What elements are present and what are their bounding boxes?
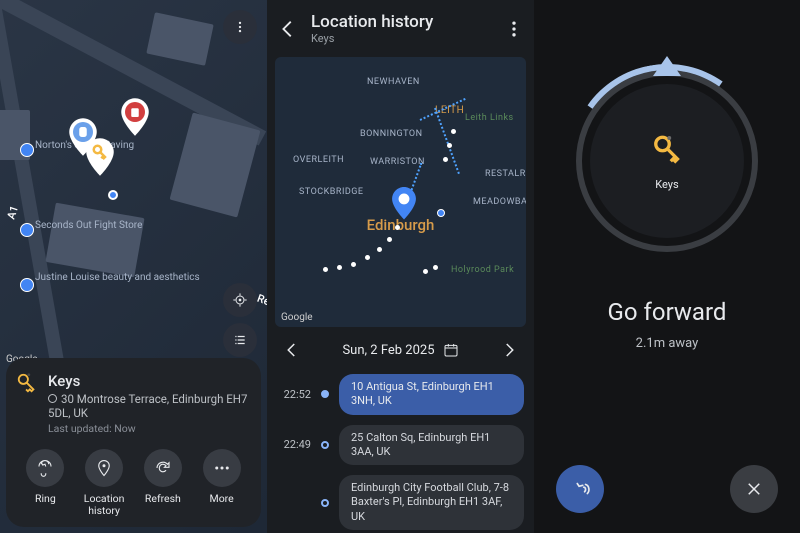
timeline-dot-icon (321, 390, 329, 398)
list-icon (233, 333, 247, 347)
poi-icon[interactable] (20, 223, 34, 237)
next-day-button[interactable] (500, 341, 518, 359)
pin-luggage[interactable] (120, 98, 150, 136)
timeline-entry[interactable]: Edinburgh City Football Club, 7-8 Baxter… (277, 470, 524, 533)
ring-icon (569, 478, 591, 500)
timeline-dot-icon (321, 499, 329, 507)
history-bluedot (437, 209, 445, 217)
history-subtitle: Keys (311, 32, 433, 45)
list-button[interactable] (223, 323, 257, 357)
compass-panel: Keys Go forward 2.1m away (534, 0, 800, 533)
ring-button[interactable]: Ring (16, 449, 74, 517)
timeline: 22:52 10 Antigua St, Edinburgh EH1 3NH, … (267, 369, 534, 533)
poi-icon[interactable] (20, 278, 34, 292)
refresh-icon (154, 459, 172, 477)
more-vert-icon (233, 20, 247, 34)
more-button[interactable]: More (193, 449, 251, 517)
map-panel: A1 Regent Rd Norton's Space Saving Secon… (0, 0, 267, 533)
timeline-entry[interactable]: 22:52 10 Antigua St, Edinburgh EH1 3NH, … (277, 369, 524, 420)
compass: Keys (576, 70, 758, 252)
distance-label: 2.1m away (534, 336, 800, 351)
timeline-entry[interactable]: 22:49 25 Calton Sq, Edinburgh EH1 3AA, U… (277, 420, 524, 471)
item-card: Keys 30 Montrose Terrace, Edinburgh EH7 … (6, 358, 261, 527)
ring-fab-button[interactable] (556, 465, 604, 513)
date-label: Sun, 2 Feb 2025 (342, 343, 434, 358)
more-menu-button[interactable] (223, 10, 257, 44)
date-bar: Sun, 2 Feb 2025 (267, 331, 534, 369)
ring-icon (36, 459, 54, 477)
refresh-button[interactable]: Refresh (134, 449, 192, 517)
history-panel: Location history Keys NEWHAVEN LEITH BON… (267, 0, 534, 533)
location-history-button[interactable]: Location history (75, 449, 133, 517)
compass-item-label: Keys (655, 178, 678, 191)
poi-label: Seconds Out Fight Store (35, 220, 142, 231)
history-map[interactable]: NEWHAVEN LEITH BONNINGTON OVERLEITH WARR… (275, 57, 526, 327)
card-updated: Last updated: Now (48, 422, 251, 435)
card-address: 30 Montrose Terrace, Edinburgh EH7 5DL, … (48, 392, 251, 420)
pin-keys[interactable] (85, 138, 115, 176)
card-actions: Ring Location history Refresh More (16, 449, 251, 517)
road-label-regent: Regent Rd (256, 292, 267, 322)
history-location-icon (95, 459, 113, 477)
more-menu-button[interactable] (504, 19, 524, 39)
key-icon (649, 132, 685, 168)
close-icon (745, 480, 763, 498)
map-attribution: Google (281, 312, 313, 323)
history-header: Location history Keys (267, 0, 534, 53)
current-location-dot (108, 190, 118, 200)
compass-tip-icon (653, 56, 681, 76)
direction-label: Go forward (534, 298, 800, 326)
back-button[interactable] (277, 18, 299, 40)
close-fab-button[interactable] (730, 465, 778, 513)
poi-icon[interactable] (20, 143, 34, 157)
road-label-a1: A1 (4, 204, 21, 221)
history-pin[interactable] (391, 187, 417, 219)
crosshair-icon (232, 292, 248, 308)
history-title: Location history (311, 12, 433, 32)
calendar-button[interactable] (443, 342, 459, 358)
key-icon (16, 372, 38, 394)
more-horiz-icon (213, 459, 231, 477)
timeline-dot-icon (321, 441, 329, 449)
poi-label: Justine Louise beauty and aesthetics (35, 272, 200, 283)
prev-day-button[interactable] (283, 341, 301, 359)
recenter-button[interactable] (223, 283, 257, 317)
card-title: Keys (48, 372, 251, 390)
